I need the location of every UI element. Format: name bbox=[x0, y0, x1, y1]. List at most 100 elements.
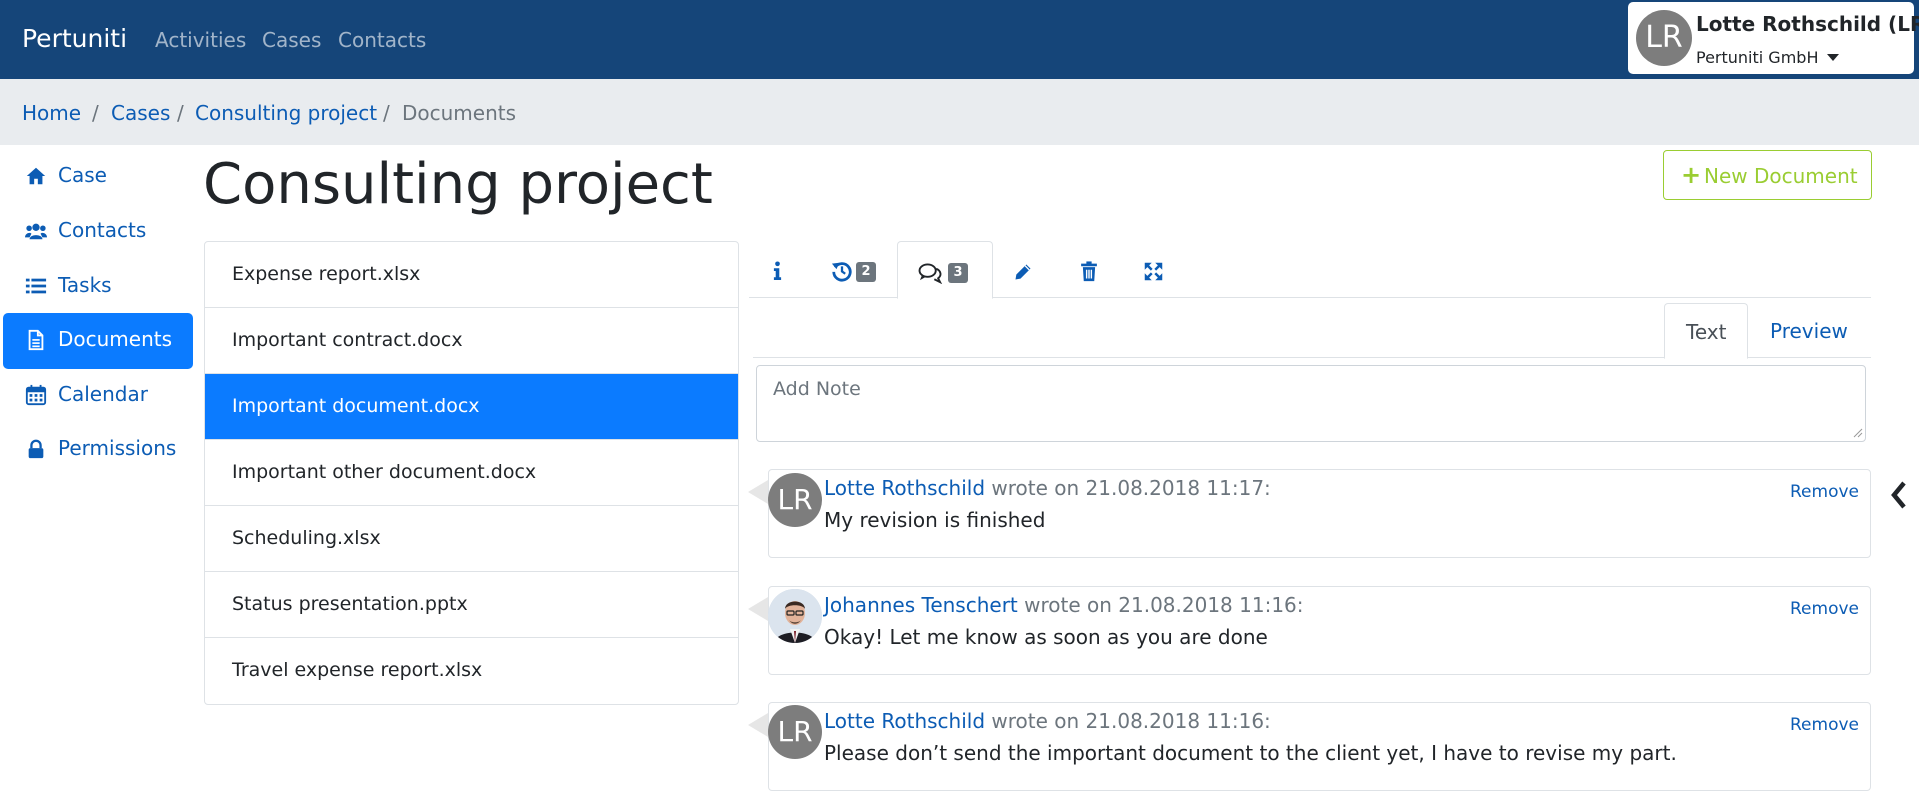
document-name: Travel expense report.xlsx bbox=[232, 659, 483, 681]
expand-icon bbox=[1144, 262, 1163, 281]
document-list: Expense report.xlsx Important contract.d… bbox=[204, 241, 739, 705]
comment-header: Lotte Rothschild wrote on 21.08.2018 11:… bbox=[824, 709, 1271, 733]
new-document-label: New Document bbox=[1704, 164, 1858, 188]
comments-count-badge: 3 bbox=[948, 263, 968, 283]
comment-item: Johannes Tenschert wrote on 21.08.2018 1… bbox=[768, 586, 1871, 675]
plus-icon: + bbox=[1681, 161, 1702, 189]
resize-grip-icon[interactable] bbox=[1853, 428, 1863, 438]
comment-author[interactable]: Lotte Rothschild bbox=[824, 709, 985, 733]
history-icon bbox=[831, 262, 852, 282]
comment-author[interactable]: Johannes Tenschert bbox=[824, 593, 1018, 617]
sidebar-item-label: Tasks bbox=[58, 273, 112, 297]
breadcrumb-separator: / bbox=[177, 101, 184, 125]
new-document-button[interactable]: + New Document bbox=[1663, 150, 1872, 200]
remove-comment-link[interactable]: Remove bbox=[1790, 482, 1859, 502]
document-icon bbox=[28, 329, 44, 351]
sidebar-item-documents[interactable]: Documents bbox=[3, 313, 193, 369]
user-organization: Pertuniti GmbH bbox=[1696, 48, 1819, 67]
user-menu[interactable]: LR Lotte Rothschild (LR) Pertuniti GmbH bbox=[1628, 2, 1919, 74]
list-item[interactable]: Scheduling.xlsx bbox=[205, 506, 738, 572]
comment-meta: wrote on 21.08.2018 11:17: bbox=[985, 476, 1271, 500]
sidebar-item-label: Permissions bbox=[58, 436, 177, 460]
avatar: LR bbox=[768, 473, 822, 527]
comment-meta: wrote on 21.08.2018 11:16: bbox=[1017, 593, 1304, 617]
note-editor-tabs: Text Preview bbox=[753, 303, 1871, 359]
chevron-left-icon[interactable] bbox=[1887, 480, 1911, 510]
tab-text-label: Text bbox=[1686, 320, 1727, 344]
sidebar-item-label: Documents bbox=[58, 327, 173, 351]
tab-delete[interactable] bbox=[1057, 241, 1121, 298]
home-icon bbox=[26, 167, 46, 185]
tab-preview[interactable]: Preview bbox=[1748, 303, 1868, 359]
comment-item: Lotte Rothschild wrote on 21.08.2018 11:… bbox=[768, 469, 1871, 558]
comment-pointer bbox=[748, 597, 768, 621]
list-icon bbox=[25, 278, 47, 294]
sidebar-item-permissions[interactable]: Permissions bbox=[3, 422, 193, 478]
list-item[interactable]: Status presentation.pptx bbox=[205, 572, 738, 638]
sidebar-item-case[interactable]: Case bbox=[3, 149, 193, 205]
document-name: Important other document.docx bbox=[232, 461, 537, 483]
avatar: LR bbox=[1636, 10, 1692, 66]
breadcrumb-consulting-project[interactable]: Consulting project bbox=[195, 101, 377, 125]
comment-item: Lotte Rothschild wrote on 21.08.2018 11:… bbox=[768, 702, 1871, 791]
sidebar-item-contacts[interactable]: Contacts bbox=[3, 204, 193, 260]
document-name: Important document.docx bbox=[232, 395, 480, 417]
tab-text[interactable]: Text bbox=[1664, 303, 1748, 359]
comment-author[interactable]: Lotte Rothschild bbox=[824, 476, 985, 500]
brand-logo[interactable]: Pertuniti bbox=[22, 24, 127, 53]
person-photo-icon bbox=[768, 589, 822, 643]
comments-icon bbox=[918, 263, 943, 284]
document-name: Scheduling.xlsx bbox=[232, 527, 381, 549]
trash-icon bbox=[1081, 261, 1097, 282]
tab-info[interactable] bbox=[749, 241, 805, 298]
sidebar-item-calendar[interactable]: Calendar bbox=[3, 368, 193, 424]
breadcrumb-documents: Documents bbox=[402, 101, 517, 125]
sidebar-item-tasks[interactable]: Tasks bbox=[3, 259, 193, 315]
breadcrumb-home[interactable]: Home bbox=[22, 101, 81, 125]
comment-header: Johannes Tenschert wrote on 21.08.2018 1… bbox=[824, 593, 1304, 617]
document-name: Expense report.xlsx bbox=[232, 263, 421, 285]
remove-comment-link[interactable]: Remove bbox=[1790, 599, 1859, 619]
add-note-input[interactable] bbox=[756, 365, 1866, 442]
comment-body: Okay! Let me know as soon as you are don… bbox=[824, 625, 1268, 649]
list-item[interactable]: Important contract.docx bbox=[205, 308, 738, 374]
list-item[interactable]: Travel expense report.xlsx bbox=[205, 638, 738, 704]
calendar-icon bbox=[25, 384, 47, 406]
sidebar-item-label: Case bbox=[58, 163, 107, 187]
remove-comment-link[interactable]: Remove bbox=[1790, 715, 1859, 735]
breadcrumb-separator: / bbox=[92, 101, 99, 125]
breadcrumb-cases[interactable]: Cases bbox=[111, 101, 170, 125]
comment-pointer bbox=[748, 480, 768, 504]
breadcrumb: Home / Cases / Consulting project / Docu… bbox=[0, 79, 1919, 145]
page-title: Consulting project bbox=[203, 152, 713, 217]
tab-history[interactable]: 2 bbox=[805, 241, 900, 298]
comment-pointer bbox=[748, 713, 768, 737]
sidebar-item-label: Calendar bbox=[58, 382, 148, 406]
info-icon bbox=[773, 261, 782, 280]
comment-body: Please don’t send the important document… bbox=[824, 741, 1677, 765]
lock-icon bbox=[28, 439, 44, 459]
pencil-icon bbox=[1015, 264, 1031, 280]
comment-header: Lotte Rothschild wrote on 21.08.2018 11:… bbox=[824, 476, 1271, 500]
tab-expand[interactable] bbox=[1121, 241, 1185, 298]
avatar-photo bbox=[768, 589, 822, 643]
document-name: Important contract.docx bbox=[232, 329, 463, 351]
top-navbar: Pertuniti Activities Cases Contacts LR L… bbox=[0, 0, 1919, 79]
sidebar-item-label: Contacts bbox=[58, 218, 147, 242]
tab-comments[interactable]: 3 bbox=[897, 241, 993, 299]
list-item[interactable]: Important other document.docx bbox=[205, 440, 738, 506]
users-icon bbox=[25, 223, 47, 240]
chevron-down-icon[interactable] bbox=[1827, 54, 1839, 61]
nav-link-contacts[interactable]: Contacts bbox=[338, 28, 426, 52]
nav-link-cases[interactable]: Cases bbox=[262, 28, 321, 52]
nav-link-activities[interactable]: Activities bbox=[155, 28, 246, 52]
avatar: LR bbox=[768, 705, 822, 759]
user-name: Lotte Rothschild (LR) bbox=[1696, 12, 1919, 36]
list-item-selected[interactable]: Important document.docx bbox=[205, 374, 738, 440]
document-detail-tabs: 2 3 bbox=[749, 241, 1871, 299]
list-item[interactable]: Expense report.xlsx bbox=[205, 242, 738, 308]
breadcrumb-separator: / bbox=[383, 101, 390, 125]
history-count-badge: 2 bbox=[856, 262, 876, 282]
tab-edit[interactable] bbox=[993, 241, 1057, 298]
comment-meta: wrote on 21.08.2018 11:16: bbox=[985, 709, 1271, 733]
